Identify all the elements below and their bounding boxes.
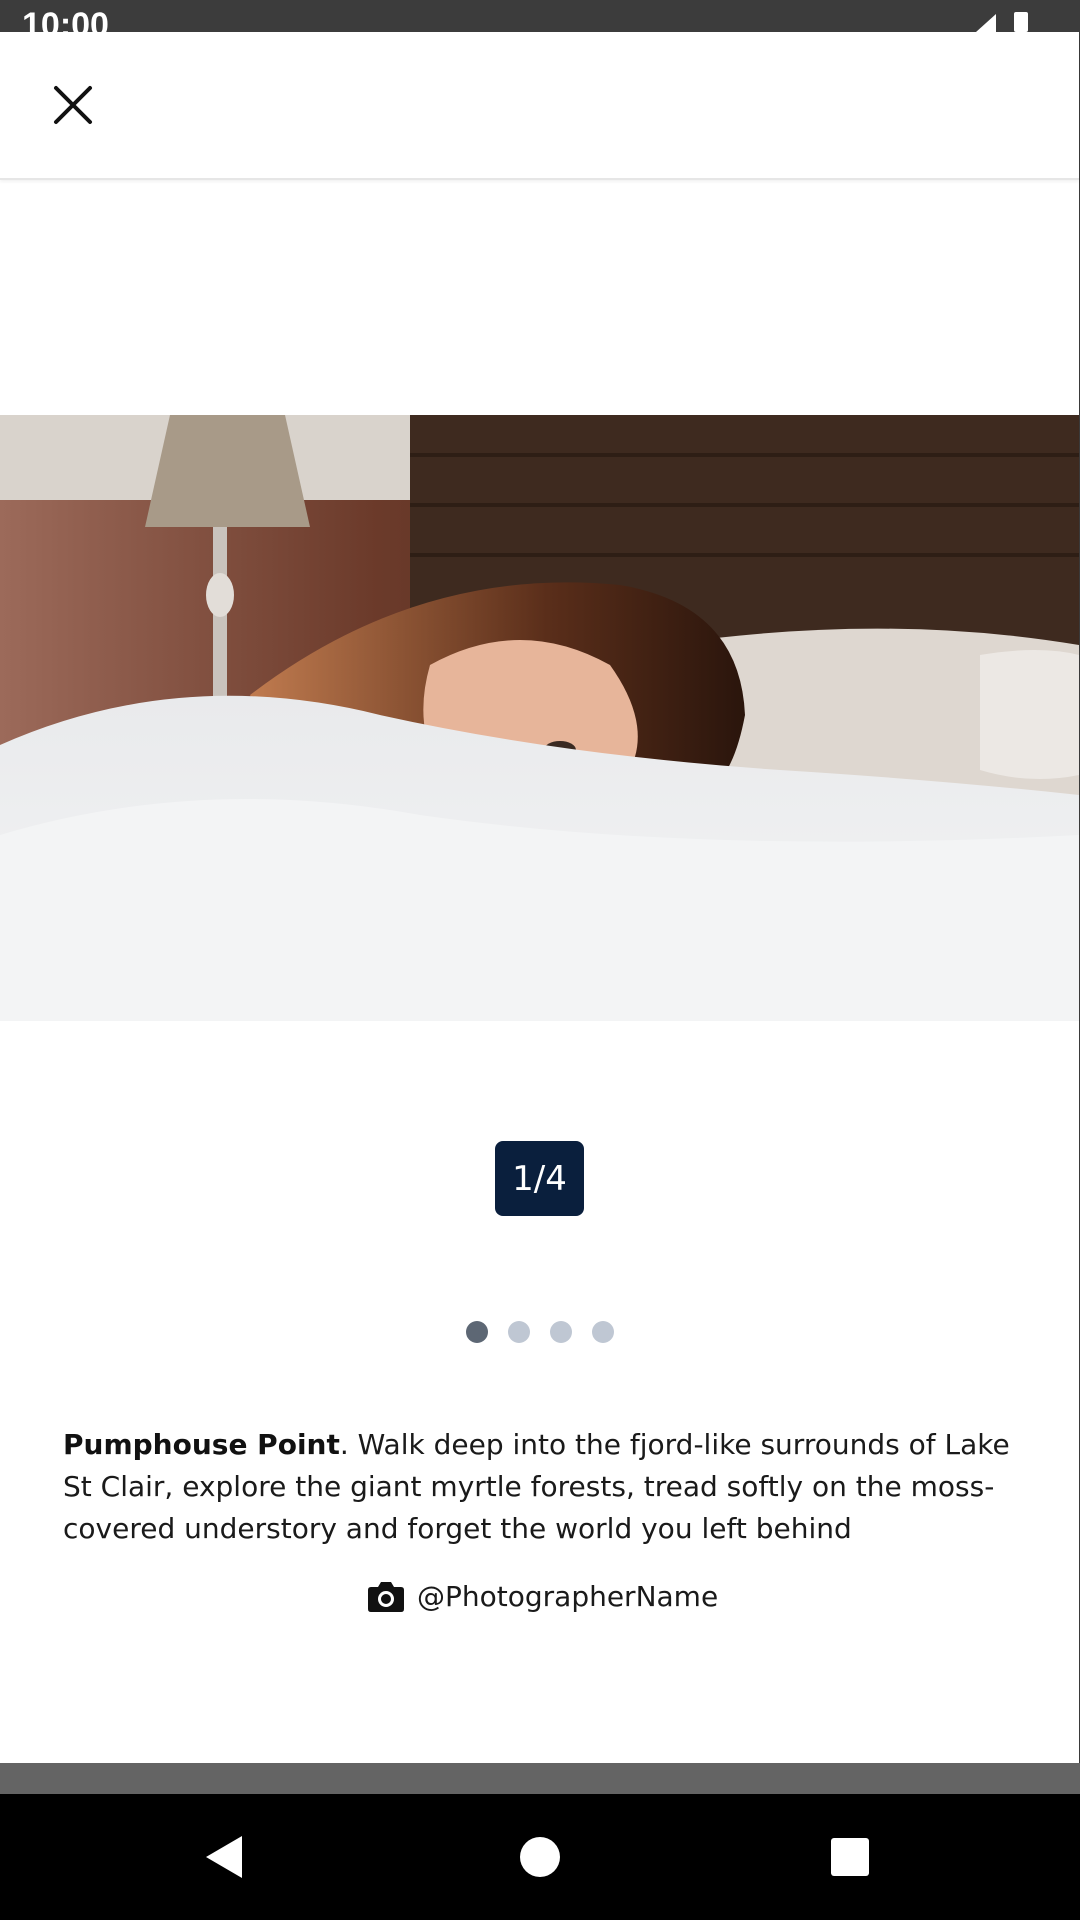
photographer-handle: @PhotographerName — [417, 1579, 719, 1613]
photo-counter-badge: 1/4 — [495, 1141, 584, 1216]
pagination-dot[interactable] — [592, 1321, 614, 1343]
photo-caption: Pumphouse Point. Walk deep into the fjor… — [63, 1424, 1023, 1550]
status-bar: 10:00 — [0, 0, 1080, 32]
pagination-dot[interactable] — [508, 1321, 530, 1343]
signal-battery-icon — [976, 12, 1028, 32]
home-icon[interactable] — [515, 1832, 565, 1882]
close-icon — [54, 86, 92, 124]
caption-title: Pumphouse Point — [63, 1428, 340, 1461]
back-icon[interactable] — [200, 1832, 250, 1882]
pagination-dot[interactable] — [550, 1321, 572, 1343]
status-time: 10:00 — [22, 6, 109, 32]
pagination-dot[interactable] — [466, 1321, 488, 1343]
gallery-photo[interactable] — [0, 415, 1079, 1021]
system-navigation-bar — [0, 1794, 1080, 1920]
pagination-dots — [466, 1321, 614, 1343]
camera-icon — [368, 1582, 404, 1612]
photo-gallery-sheet: 1/4 Pumphouse Point. Walk deep into the … — [0, 32, 1079, 1763]
bottom-divider — [0, 1763, 1080, 1794]
photographer-credit[interactable]: @PhotographerName — [367, 1574, 718, 1618]
close-button[interactable] — [40, 72, 106, 138]
top-bar — [0, 32, 1079, 180]
recents-icon[interactable] — [825, 1832, 875, 1882]
